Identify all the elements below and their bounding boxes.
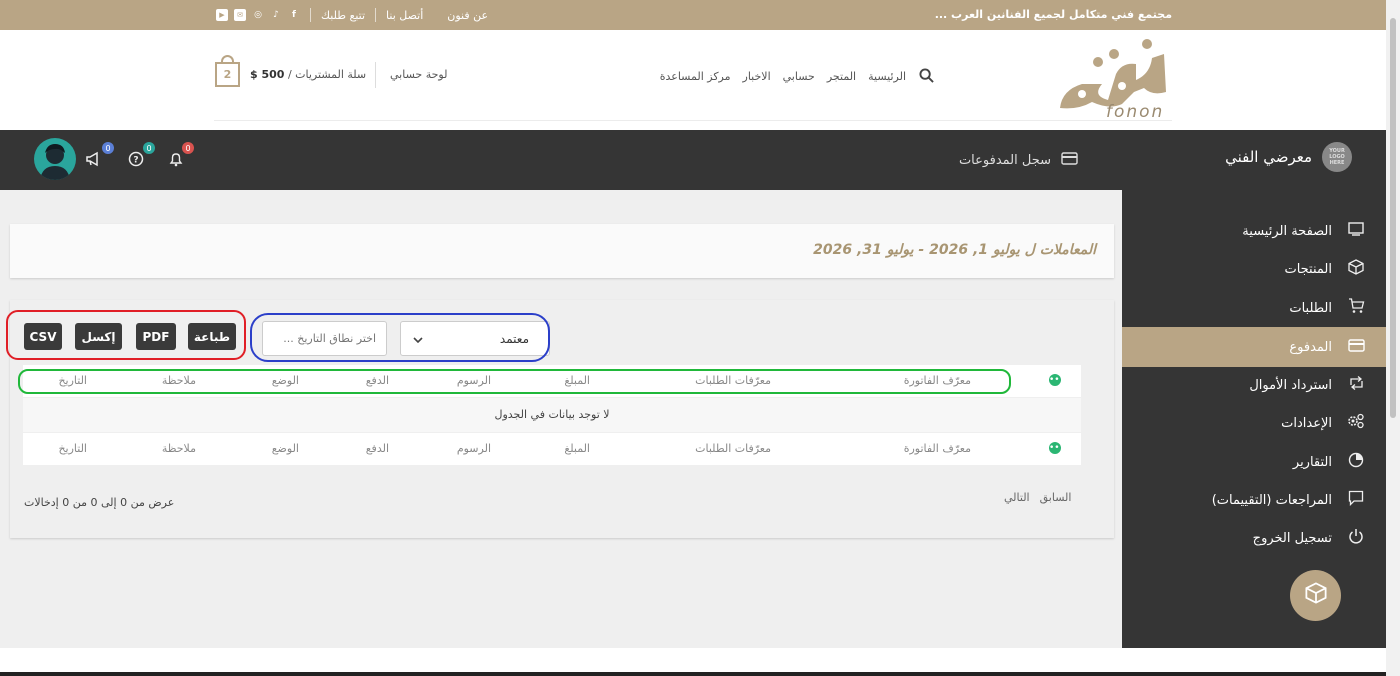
- notifications-badge: 0: [182, 142, 194, 154]
- about-link[interactable]: عن فنون: [447, 9, 488, 22]
- table-footer-header: معرّف الفاتورة معرّفات الطلبات المبلغ ال…: [23, 433, 1081, 465]
- sidebar-item-payments[interactable]: المدفوع: [1122, 327, 1386, 367]
- empty-table-message: لا توجد بيانات في الجدول: [23, 398, 1081, 432]
- page-title-text: سجل المدفوعات: [958, 153, 1051, 168]
- floating-box-button[interactable]: [1290, 570, 1341, 621]
- expand-row-icon[interactable]: •••: [1049, 442, 1065, 454]
- col-date: التاريخ: [58, 442, 87, 455]
- sidebar-item-label: المدفوع: [1289, 339, 1332, 355]
- col-status: الوضع: [271, 442, 299, 455]
- site-header: fonon الرئيسية المتجر حسابي الاخبار مركز…: [0, 30, 1386, 130]
- box-icon: [1346, 259, 1366, 279]
- youtube-icon[interactable]: ▶: [216, 9, 228, 21]
- top-links: ▶ ✉ ◎ ♪ f تتبع طلبك أتصل بنا عن فنون: [216, 7, 488, 23]
- search-icon[interactable]: [918, 68, 934, 84]
- sidebar-item-label: الإعدادات: [1281, 415, 1332, 431]
- help-icon[interactable]: ?: [126, 150, 146, 168]
- sidebar-item-label: الطلبات: [1289, 300, 1332, 316]
- cart-total: 500 $: [250, 68, 285, 81]
- col-fees: الرسوم: [456, 442, 491, 455]
- filters-highlight: [250, 313, 550, 362]
- sidebar-item-label: التقارير: [1292, 454, 1332, 470]
- cart-icon: [1346, 298, 1366, 318]
- expand-row-icon[interactable]: •••: [1049, 374, 1065, 386]
- credit-card-icon: [1346, 338, 1366, 356]
- track-order-link[interactable]: تتبع طلبك: [321, 9, 365, 22]
- col-order-ids: معرّفات الطلبات: [695, 442, 771, 455]
- header-divider: [375, 62, 376, 88]
- transactions-range-heading: المعاملات ل يوليو 1, 2026 - يوليو 31, 20…: [813, 242, 1096, 258]
- email-icon[interactable]: ✉: [234, 9, 246, 21]
- facebook-icon[interactable]: f: [288, 9, 300, 21]
- site-tagline: مجتمع فني متكامل لجميع الفنانين العرب ..…: [934, 8, 1172, 21]
- logo-wordmark: fonon: [1106, 102, 1165, 122]
- vertical-scrollbar[interactable]: [1386, 0, 1400, 676]
- export-buttons-highlight: [6, 310, 246, 360]
- power-icon: [1346, 528, 1366, 548]
- help-badge: 0: [143, 142, 155, 154]
- box-icon: [1304, 582, 1327, 609]
- monitor-icon: [1346, 222, 1366, 240]
- next-page-link[interactable]: التالي: [1004, 491, 1030, 504]
- nav-help-center[interactable]: مركز المساعدة: [660, 70, 731, 83]
- store-heading[interactable]: YOUR LOGO HERE معرضي الفني: [1225, 142, 1352, 172]
- credit-card-icon: [1061, 152, 1078, 169]
- account-dashboard-link[interactable]: لوحة حسابي: [390, 68, 447, 81]
- store-name: معرضي الفني: [1225, 148, 1312, 166]
- header-rule: [214, 120, 1172, 121]
- sidebar-item-label: الصفحة الرئيسية: [1242, 223, 1332, 239]
- settings-icon: [1346, 413, 1366, 433]
- sidebar-item-label: المراجعات (التقييمات): [1211, 492, 1332, 508]
- user-avatar[interactable]: [34, 138, 76, 180]
- table-info: عرض من 0 إلى 0 من 0 إدخالات: [24, 496, 175, 509]
- svg-text:?: ?: [133, 156, 138, 166]
- prev-page-link[interactable]: السابق: [1040, 491, 1072, 504]
- date-range-card: المعاملات ل يوليو 1, 2026 - يوليو 31, 20…: [10, 224, 1114, 278]
- page-title: سجل المدفوعات: [959, 152, 1078, 169]
- nav-news[interactable]: الاخبار: [743, 70, 771, 83]
- sidebar-item-products[interactable]: المنتجات: [1122, 249, 1386, 289]
- sidebar-item-label: استرداد الأموال: [1249, 377, 1332, 393]
- refund-icon: [1346, 376, 1366, 394]
- sidebar-item-refunds[interactable]: استرداد الأموال: [1122, 365, 1386, 405]
- footer-strip: [0, 672, 1386, 676]
- tiktok-icon[interactable]: ♪: [270, 9, 282, 21]
- sidebar-item-label: المنتجات: [1284, 261, 1332, 277]
- sidebar-item-logout[interactable]: تسجيل الخروج: [1122, 518, 1386, 558]
- cart-count-badge[interactable]: 2: [215, 62, 240, 87]
- col-invoice-id: معرّف الفاتورة: [903, 442, 971, 455]
- pagination: التالي السابق: [1004, 491, 1071, 504]
- pie-chart-icon: [1346, 452, 1366, 472]
- table-header-highlight: [18, 369, 1011, 394]
- site-logo[interactable]: fonon: [1052, 34, 1174, 122]
- top-info-bar: مجتمع فني متكامل لجميع الفنانين العرب ..…: [0, 0, 1386, 30]
- sidebar-item-home[interactable]: الصفحة الرئيسية: [1122, 211, 1386, 251]
- main-nav: الرئيسية المتجر حسابي الاخبار مركز المسا…: [660, 68, 934, 84]
- nav-home[interactable]: الرئيسية: [868, 70, 906, 83]
- comment-icon: [1346, 490, 1366, 510]
- cart-label: سلة المشتريات /: [287, 68, 367, 81]
- bell-icon[interactable]: [166, 150, 186, 168]
- dashboard-sidebar: الصفحة الرئيسية المنتجات الطلبات المدفوع…: [1122, 190, 1386, 648]
- cart-link[interactable]: سلة المشتريات / 500 $: [250, 68, 366, 81]
- dashboard-topbar: 0 ? 0 0 سجل المدفوعات YOUR LOGO HERE معر…: [0, 130, 1386, 190]
- nav-account[interactable]: حسابي: [783, 70, 815, 83]
- col-note: ملاحظة: [161, 442, 196, 455]
- contact-link[interactable]: أتصل بنا: [386, 9, 423, 22]
- sidebar-item-settings[interactable]: الإعدادات: [1122, 403, 1386, 443]
- sidebar-item-reports[interactable]: التقارير: [1122, 442, 1386, 482]
- nav-shop[interactable]: المتجر: [827, 70, 856, 83]
- megaphone-icon[interactable]: [84, 150, 104, 168]
- sidebar-item-orders[interactable]: الطلبات: [1122, 288, 1386, 328]
- announcements-badge: 0: [102, 142, 114, 154]
- col-amount: المبلغ: [564, 442, 590, 455]
- sidebar-item-reviews[interactable]: المراجعات (التقييمات): [1122, 480, 1386, 520]
- col-payment: الدفع: [365, 442, 389, 455]
- sidebar-item-label: تسجيل الخروج: [1252, 530, 1332, 546]
- instagram-icon[interactable]: ◎: [252, 9, 264, 21]
- store-logo: YOUR LOGO HERE: [1322, 142, 1352, 172]
- scrollbar-thumb[interactable]: [1390, 18, 1396, 418]
